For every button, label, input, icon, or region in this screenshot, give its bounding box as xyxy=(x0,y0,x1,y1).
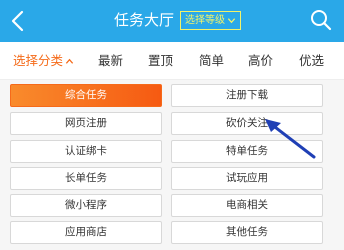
filter-tabs: 选择分类 最新 置顶 简单 高价 优选 xyxy=(0,42,344,80)
chevron-up-icon xyxy=(65,58,74,64)
top-bar: 任务大厅 选择等级 xyxy=(0,0,344,42)
filter-label: 选择分类 xyxy=(13,53,64,68)
category-verify-bind-card[interactable]: 认证绑卡 xyxy=(10,140,162,163)
category-ecommerce[interactable]: 电商相关 xyxy=(171,194,323,217)
category-long-task[interactable]: 长单任务 xyxy=(10,167,162,190)
category-bargain-follow[interactable]: 砍价关注 xyxy=(171,112,323,135)
select-level-label: 选择等级 xyxy=(185,15,225,26)
filter-newest[interactable]: 最新 xyxy=(98,53,123,69)
category-register-download[interactable]: 注册下载 xyxy=(171,84,323,107)
filter-simple[interactable]: 简单 xyxy=(199,53,224,69)
search-icon[interactable] xyxy=(310,9,332,31)
filter-high-price[interactable]: 高价 xyxy=(248,53,273,69)
category-trial-app[interactable]: 试玩应用 xyxy=(171,167,323,190)
filter-preferred[interactable]: 优选 xyxy=(299,53,324,69)
category-web-register[interactable]: 网页注册 xyxy=(10,112,162,135)
category-special-task[interactable]: 特单任务 xyxy=(171,140,323,163)
filter-pinned[interactable]: 置顶 xyxy=(148,53,173,69)
category-other[interactable]: 其他任务 xyxy=(171,221,323,244)
category-app-store[interactable]: 应用商店 xyxy=(10,221,162,244)
page-title: 任务大厅 xyxy=(114,11,175,29)
category-grid: 综合任务 注册下载 网页注册 砍价关注 认证绑卡 特单任务 长单任务 试玩应用 … xyxy=(0,80,344,250)
chevron-down-icon xyxy=(227,18,236,24)
back-icon[interactable] xyxy=(8,9,28,33)
filter-select-category[interactable]: 选择分类 xyxy=(13,53,74,69)
category-mini-program[interactable]: 微小程序 xyxy=(10,194,162,217)
select-level-button[interactable]: 选择等级 xyxy=(180,11,241,30)
category-comprehensive[interactable]: 综合任务 xyxy=(10,84,162,107)
